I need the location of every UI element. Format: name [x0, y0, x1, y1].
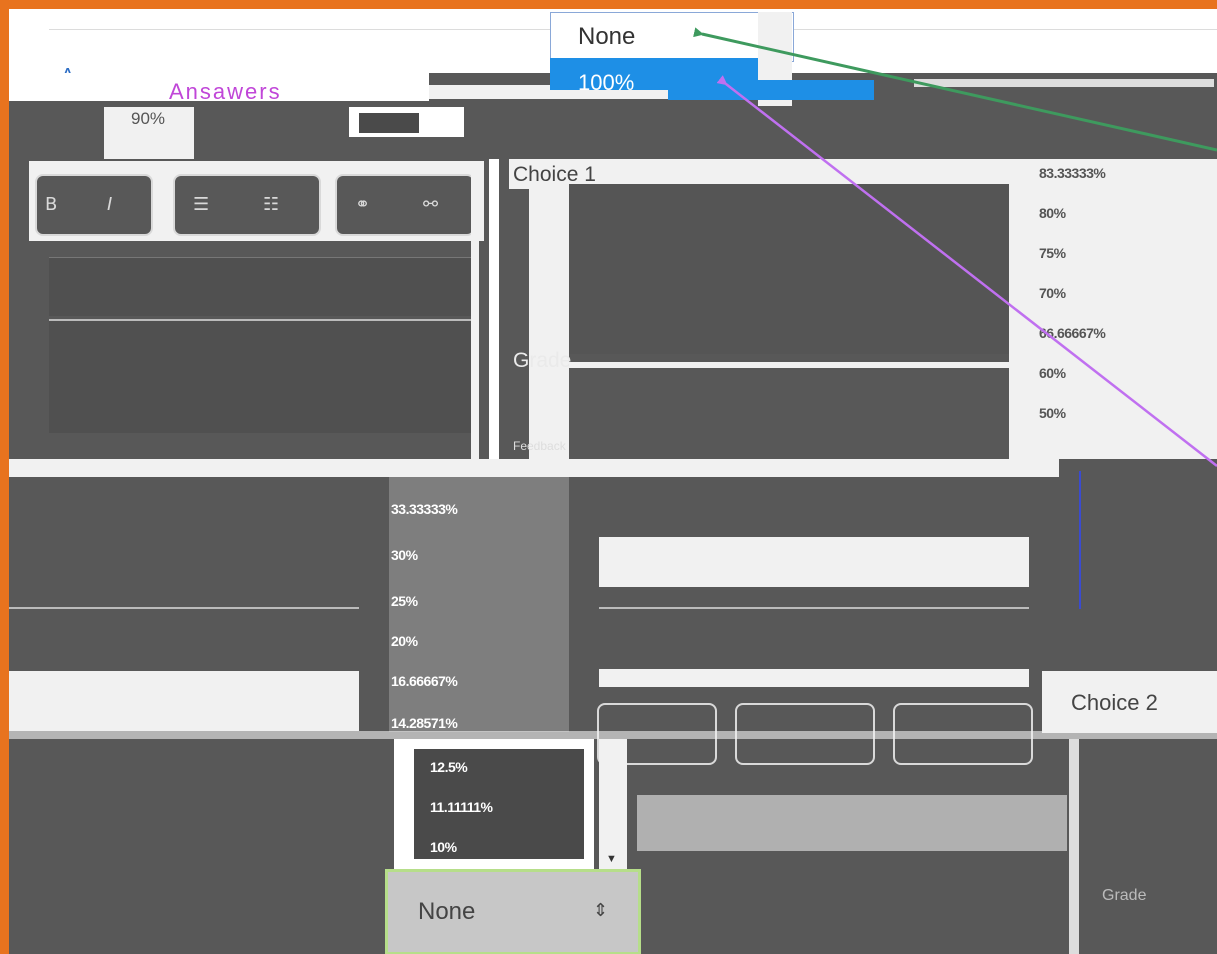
arrow-to-none-option: [693, 27, 1217, 152]
arrow-to-100-option: [716, 75, 1217, 467]
annotation-arrows: [693, 27, 1217, 467]
